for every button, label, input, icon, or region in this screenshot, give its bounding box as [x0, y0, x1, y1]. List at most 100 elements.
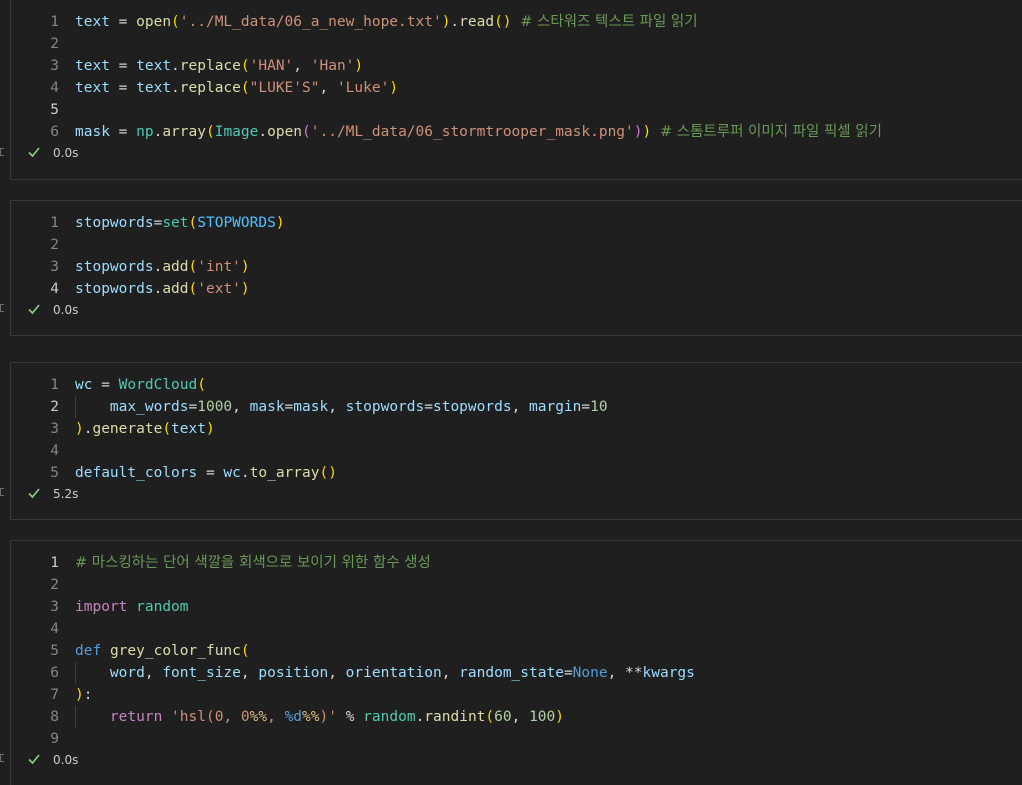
line-code: stopwords.add('int') [75, 256, 250, 278]
cell-collapse-handle[interactable] [0, 754, 4, 762]
code-token: = [188, 399, 198, 415]
line-number: 4 [50, 443, 59, 459]
code-token: , [328, 399, 346, 415]
code-token: ( [485, 709, 495, 725]
code-token: , ** [607, 665, 643, 681]
code-line: 5 def grey_color_func( [11, 640, 1011, 662]
code-token: . [153, 281, 163, 297]
line-code: text = text.replace("LUKE'S", 'Luke') [75, 77, 398, 99]
code-token: '../ML_data/06_stormtrooper_mask.png' [310, 124, 634, 140]
line-code: # 마스킹하는 단어 색깔을 회색으로 보이기 위한 함수 생성 [75, 552, 431, 574]
line-number: 5 [50, 465, 59, 481]
line-number: 6 [50, 124, 59, 140]
code-token: replace [179, 80, 241, 96]
line-code: ): [75, 684, 92, 706]
code-token: max_words [109, 399, 189, 415]
code-line: 5 [11, 99, 1011, 121]
code-line: 7): [11, 684, 1011, 706]
code-line: 5 default_colors = wc.to_array() [11, 462, 1011, 484]
notebook-cell[interactable]: 1 text = open('../ML_data/06_a_new_hope.t… [10, 0, 1022, 180]
line-number: 7 [50, 687, 59, 703]
code-token: ( [171, 14, 180, 30]
code-token: 100 [529, 709, 556, 725]
code-token: %% [302, 709, 320, 725]
code-token: ) [389, 80, 399, 96]
cell-collapse-handle[interactable] [0, 148, 4, 156]
line-number: 4 [50, 621, 59, 637]
code-token: wc [75, 377, 93, 393]
code-token: "LUKE'S" [249, 80, 320, 96]
code-editor[interactable]: 1 # 마스킹하는 단어 색깔을 회색으로 보이기 위한 함수 생성 2 3 impor… [11, 541, 1022, 761]
check-icon [28, 754, 40, 765]
code-line: 4 stopwords.add('ext') [11, 278, 1011, 300]
code-token: () [494, 14, 512, 30]
code-token: text [136, 80, 172, 96]
code-token: , [441, 665, 460, 681]
code-token: = [92, 377, 119, 393]
code-line: 2 [11, 33, 1011, 55]
code-token: 'ext' [197, 281, 241, 297]
code-line: 3 text = text.replace('HAN', 'Han') [11, 55, 1011, 77]
code-line: 1 text = open('../ML_data/06_a_new_hope.t… [11, 11, 1011, 33]
code-token: 60 [494, 709, 512, 725]
notebook-page: 1 text = open('../ML_data/06_a_new_hope.t… [0, 0, 1022, 785]
cell-collapse-handle[interactable] [0, 488, 4, 496]
code-token: = [109, 14, 137, 30]
notebook-cell[interactable]: 1 wc = WordCloud(2 max_words=1000, mask=m… [10, 362, 1022, 520]
code-token: . [240, 465, 250, 481]
code-token: ( [162, 421, 172, 437]
line-number: 1 [50, 555, 59, 571]
code-token: , [144, 665, 163, 681]
line-number: 2 [50, 36, 59, 52]
line-code: import random [75, 596, 189, 618]
check-icon [28, 488, 40, 499]
notebook-cell[interactable]: 1 # 마스킹하는 단어 색깔을 회색으로 보이기 위한 함수 생성 2 3 impor… [10, 540, 1022, 785]
line-number: 3 [50, 599, 59, 615]
notebook-cell[interactable]: 1 stopwords=set(STOPWORDS) 2 3 stopwords.add… [10, 200, 1022, 336]
code-token: stopwords [345, 399, 425, 415]
code-token: np [136, 124, 154, 140]
code-line: 6 mask = np.array(Image.open('../ML_data/… [11, 121, 1011, 143]
cell-status-bar: 0.0s [11, 749, 411, 771]
code-token: ) [354, 58, 364, 74]
code-token: = [109, 58, 137, 74]
code-token: stopwords [432, 399, 512, 415]
code-line: 4 text = text.replace("LUKE'S", 'Luke') [11, 77, 1011, 99]
code-token: read [459, 14, 495, 30]
cell-collapse-handle[interactable] [0, 304, 4, 312]
code-token: , [511, 709, 530, 725]
code-token: default_colors [75, 465, 198, 481]
code-line: 6 word, font_size, position, orientation… [11, 662, 1011, 684]
code-token: text [171, 421, 206, 437]
code-token: text [75, 80, 110, 96]
code-token: ( [240, 58, 250, 74]
code-token: , [328, 665, 346, 681]
code-token: margin [529, 399, 582, 415]
code-token: 1000 [197, 399, 233, 415]
code-editor[interactable]: 1 text = open('../ML_data/06_a_new_hope.t… [11, 0, 1022, 154]
code-token: open [136, 14, 172, 30]
line-number: 3 [50, 421, 59, 437]
code-token: , [232, 399, 250, 415]
code-token: word [109, 665, 145, 681]
code-token: , [240, 665, 259, 681]
code-editor[interactable]: 1 stopwords=set(STOPWORDS) 2 3 stopwords.add… [11, 201, 1022, 311]
code-token: randint [424, 709, 486, 725]
code-token: = [109, 124, 137, 140]
code-line: 1 wc = WordCloud( [11, 374, 1011, 396]
execution-time: 0.0s [53, 753, 79, 767]
line-code: return 'hsl(0, 0%%, %d%%)' % random.rand… [75, 706, 564, 728]
code-editor[interactable]: 1 wc = WordCloud(2 max_words=1000, mask=m… [11, 363, 1022, 495]
code-token: orientation [345, 665, 442, 681]
code-token: replace [179, 58, 241, 74]
code-token: 'Han' [310, 58, 355, 74]
code-token: = [581, 399, 591, 415]
line-number: 3 [50, 58, 59, 74]
line-code: text = text.replace('HAN', 'Han') [75, 55, 363, 77]
code-line: 2 [11, 234, 1011, 256]
code-token: ( [240, 80, 250, 96]
